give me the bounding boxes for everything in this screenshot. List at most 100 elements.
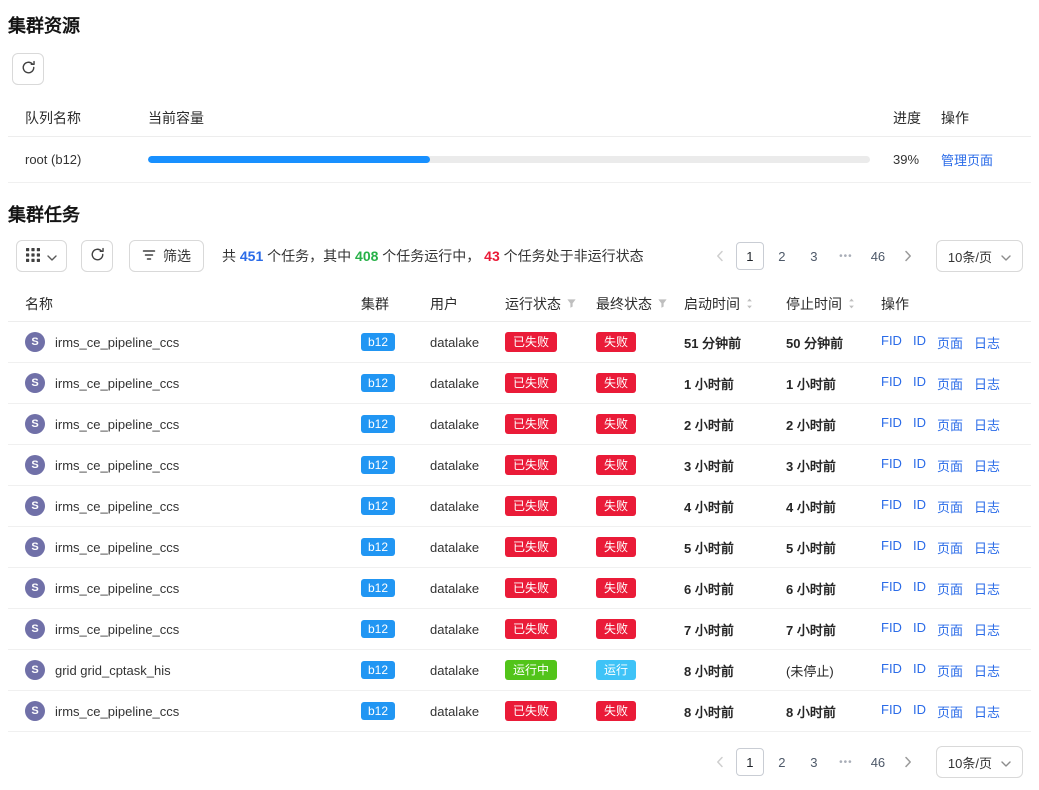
- cluster-cell: b12: [361, 579, 430, 597]
- task-name: irms_ce_pipeline_ccs: [55, 499, 179, 514]
- fid-link[interactable]: FID: [881, 374, 902, 393]
- run-status-filter-icon[interactable]: [566, 298, 577, 309]
- fid-link[interactable]: FID: [881, 415, 902, 434]
- log-link[interactable]: 日志: [974, 538, 1000, 557]
- stop-time: 50 分钟前: [786, 333, 881, 352]
- filter-button-label: 筛选: [163, 246, 191, 266]
- page-button-1[interactable]: 1: [736, 748, 764, 776]
- run-status-cell: 已失败: [505, 578, 596, 598]
- fid-link[interactable]: FID: [881, 538, 902, 557]
- fid-link[interactable]: FID: [881, 497, 902, 516]
- id-link[interactable]: ID: [913, 415, 926, 434]
- id-link[interactable]: ID: [913, 456, 926, 475]
- log-link[interactable]: 日志: [974, 456, 1000, 475]
- run-status-badge: 已失败: [505, 619, 557, 639]
- id-link[interactable]: ID: [913, 620, 926, 639]
- total-count: 451: [240, 248, 263, 264]
- fid-link[interactable]: FID: [881, 333, 902, 352]
- page-button-46[interactable]: 46: [864, 242, 892, 270]
- log-link[interactable]: 日志: [974, 415, 1000, 434]
- resources-refresh-button[interactable]: [12, 53, 44, 85]
- next-page-button[interactable]: [896, 748, 920, 776]
- fid-link[interactable]: FID: [881, 702, 902, 721]
- page-link[interactable]: 页面: [937, 415, 963, 434]
- row-actions: FID ID 页面 日志: [881, 620, 1015, 639]
- page-size-select[interactable]: 10条/页: [936, 746, 1023, 778]
- page-button-2[interactable]: 2: [768, 242, 796, 270]
- run-status-cell: 已失败: [505, 373, 596, 393]
- fid-link[interactable]: FID: [881, 579, 902, 598]
- final-status-badge: 失败: [596, 619, 636, 639]
- stop-time-sort-icon[interactable]: [847, 297, 856, 310]
- page-size-select[interactable]: 10条/页: [936, 240, 1023, 272]
- page-button-2[interactable]: 2: [768, 748, 796, 776]
- page-link[interactable]: 页面: [937, 456, 963, 475]
- row-actions: FID ID 页面 日志: [881, 333, 1015, 352]
- col-actions: 操作: [881, 294, 1015, 314]
- page-link[interactable]: 页面: [937, 661, 963, 680]
- next-page-button[interactable]: [896, 242, 920, 270]
- id-link[interactable]: ID: [913, 702, 926, 721]
- prev-page-button[interactable]: [708, 242, 732, 270]
- page-ellipsis[interactable]: •••: [832, 748, 860, 776]
- table-row: S irms_ce_pipeline_ccs b12 datalake 已失败 …: [8, 404, 1031, 445]
- run-status-badge: 已失败: [505, 537, 557, 557]
- spark-avatar: S: [25, 537, 45, 557]
- tasks-table: 名称 集群 用户 运行状态 最终状态 启动时间: [8, 286, 1031, 732]
- cluster-cell: b12: [361, 702, 430, 720]
- log-link[interactable]: 日志: [974, 661, 1000, 680]
- final-status-badge: 失败: [596, 414, 636, 434]
- cluster-cell: b12: [361, 374, 430, 392]
- page-link[interactable]: 页面: [937, 538, 963, 557]
- filter-button[interactable]: 筛选: [129, 240, 204, 272]
- page-button-3[interactable]: 3: [800, 748, 828, 776]
- page-link[interactable]: 页面: [937, 497, 963, 516]
- page-ellipsis[interactable]: •••: [832, 242, 860, 270]
- final-status-filter-icon[interactable]: [657, 298, 668, 309]
- id-link[interactable]: ID: [913, 661, 926, 680]
- task-name: irms_ce_pipeline_ccs: [55, 417, 179, 432]
- table-row: S irms_ce_pipeline_ccs b12 datalake 已失败 …: [8, 486, 1031, 527]
- final-status-badge: 失败: [596, 332, 636, 352]
- page-button-1[interactable]: 1: [736, 242, 764, 270]
- stop-time: 1 小时前: [786, 374, 881, 393]
- prev-page-button[interactable]: [708, 748, 732, 776]
- page-link[interactable]: 页面: [937, 702, 963, 721]
- fid-link[interactable]: FID: [881, 661, 902, 680]
- page-link[interactable]: 页面: [937, 620, 963, 639]
- task-name-cell: S irms_ce_pipeline_ccs: [25, 332, 361, 352]
- final-status-cell: 失败: [596, 496, 684, 516]
- page-link[interactable]: 页面: [937, 374, 963, 393]
- id-link[interactable]: ID: [913, 497, 926, 516]
- id-link[interactable]: ID: [913, 579, 926, 598]
- cluster-tasks-section: 集群任务: [8, 205, 1031, 778]
- row-actions: FID ID 页面 日志: [881, 661, 1015, 680]
- fid-link[interactable]: FID: [881, 456, 902, 475]
- log-link[interactable]: 日志: [974, 620, 1000, 639]
- id-link[interactable]: ID: [913, 333, 926, 352]
- cluster-badge: b12: [361, 702, 395, 720]
- spark-avatar: S: [25, 455, 45, 475]
- page-button-3[interactable]: 3: [800, 242, 828, 270]
- id-link[interactable]: ID: [913, 538, 926, 557]
- log-link[interactable]: 日志: [974, 579, 1000, 598]
- cluster-cell: b12: [361, 620, 430, 638]
- page-button-46[interactable]: 46: [864, 748, 892, 776]
- start-time-sort-icon[interactable]: [745, 297, 754, 310]
- log-link[interactable]: 日志: [974, 374, 1000, 393]
- table-row: S irms_ce_pipeline_ccs b12 datalake 已失败 …: [8, 445, 1031, 486]
- page-link[interactable]: 页面: [937, 579, 963, 598]
- log-link[interactable]: 日志: [974, 333, 1000, 352]
- cluster-cell: b12: [361, 333, 430, 351]
- column-settings-button[interactable]: [16, 240, 67, 272]
- log-link[interactable]: 日志: [974, 702, 1000, 721]
- tasks-refresh-button[interactable]: [81, 240, 113, 272]
- start-time: 4 小时前: [684, 497, 786, 516]
- run-status-badge: 已失败: [505, 373, 557, 393]
- id-link[interactable]: ID: [913, 374, 926, 393]
- manage-page-link[interactable]: 管理页面: [941, 153, 993, 168]
- fid-link[interactable]: FID: [881, 620, 902, 639]
- page-link[interactable]: 页面: [937, 333, 963, 352]
- task-name-cell: S irms_ce_pipeline_ccs: [25, 496, 361, 516]
- log-link[interactable]: 日志: [974, 497, 1000, 516]
